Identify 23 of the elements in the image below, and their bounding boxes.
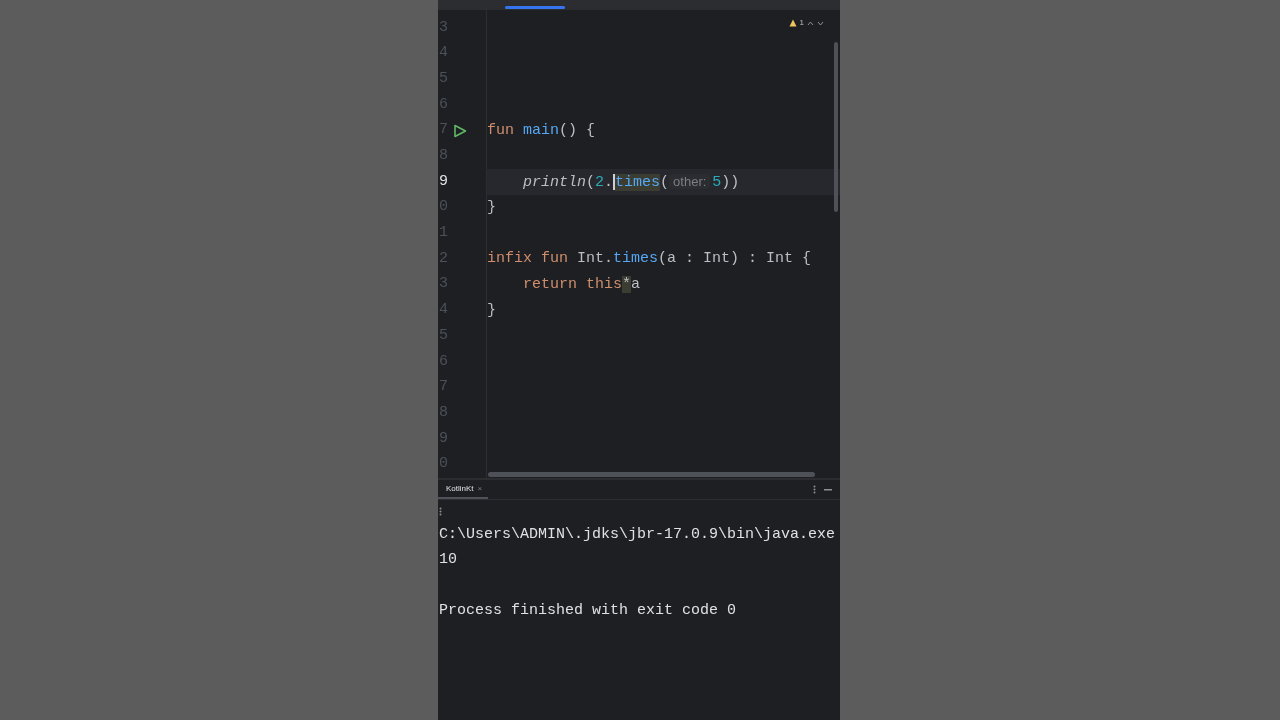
previous-icon[interactable] (807, 20, 814, 26)
minimize-icon[interactable] (824, 488, 832, 491)
vertical-scrollbar[interactable] (834, 42, 838, 212)
run-tab[interactable]: KotlinKt × (438, 480, 489, 499)
toolbar-menu-icon[interactable] (439, 506, 442, 516)
next-icon[interactable] (817, 20, 824, 26)
active-tab-indicator (505, 6, 565, 9)
warning-icon[interactable] (788, 19, 797, 27)
code-line: println(2.times( other: 5)) (523, 172, 740, 193)
line-number: 9 (438, 171, 447, 192)
console-line: 10 (439, 550, 457, 570)
horizontal-scrollbar[interactable] (488, 472, 815, 477)
warning-count[interactable]: 1 (799, 19, 804, 27)
close-icon[interactable]: × (477, 484, 483, 493)
code-line: } (487, 300, 496, 321)
console-line: Process finished with exit code 0 (439, 601, 737, 621)
code-line: } (487, 197, 496, 218)
more-options-icon[interactable] (813, 485, 816, 494)
console-line: C:\Users\ADMIN\.jdks\jbr-17.0.9\bin\java.exe (439, 524, 836, 545)
code-line: infix fun Int.times(a : Int) : Int { (487, 249, 812, 270)
code-line: fun main() { (487, 120, 596, 141)
run-icon[interactable] (453, 123, 467, 138)
code-line: return this*a (523, 274, 641, 295)
